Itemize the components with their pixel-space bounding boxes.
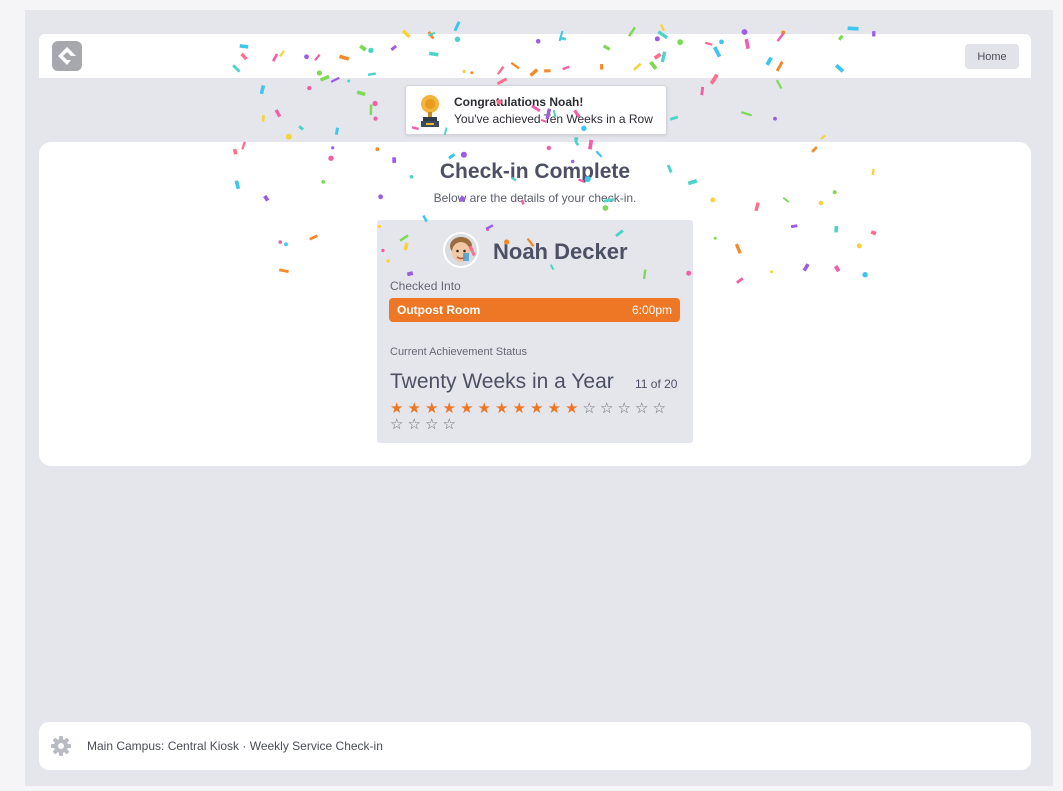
star-filled-icon: ★	[425, 399, 440, 417]
checked-into-label: Checked Into	[390, 279, 461, 293]
achievement-name: Twenty Weeks in a Year	[390, 370, 614, 393]
star-empty-icon: ☆	[390, 415, 405, 433]
star-filled-icon: ★	[460, 399, 475, 417]
toast-title: Congratulations Noah!	[454, 95, 584, 109]
star-empty-icon: ☆	[652, 399, 667, 417]
footer-bar: Main Campus: Central Kiosk · Weekly Serv…	[39, 722, 1031, 770]
trophy-icon	[418, 94, 442, 128]
star-filled-icon: ★	[530, 399, 545, 417]
rock-logo-icon	[52, 41, 82, 71]
star-filled-icon: ★	[390, 399, 405, 417]
achievement-stars: ★ ★ ★ ★ ★ ★ ★ ★ ★ ★ ★ ☆ ☆ ☆ ☆ ☆☆ ☆ ☆ ☆	[390, 400, 685, 432]
top-bar: Home	[39, 34, 1031, 78]
toast-message: You've achieved Ten Weeks in a Row	[454, 112, 653, 126]
achievement-progress: 11 of 20	[635, 377, 678, 391]
star-filled-icon: ★	[565, 399, 580, 417]
room-time: 6:00pm	[631, 303, 672, 317]
avatar	[443, 232, 479, 268]
star-empty-icon: ☆	[600, 399, 615, 417]
star-filled-icon: ★	[547, 399, 562, 417]
kiosk-info: Main Campus: Central Kiosk · Weekly Serv…	[87, 739, 383, 753]
star-empty-icon: ☆	[617, 399, 632, 417]
star-empty-icon: ☆	[442, 415, 457, 433]
star-empty-icon: ☆	[582, 399, 597, 417]
room-bar: Outpost Room 6:00pm	[389, 298, 680, 322]
star-filled-icon: ★	[495, 399, 510, 417]
app-frame: Home Congratulations Noah! You've achiev…	[25, 10, 1053, 786]
star-empty-icon: ☆	[635, 399, 650, 417]
star-filled-icon: ★	[442, 399, 457, 417]
star-filled-icon: ★	[512, 399, 527, 417]
star-filled-icon: ★	[407, 399, 422, 417]
star-filled-icon: ★	[477, 399, 492, 417]
achievement-toast: Congratulations Noah! You've achieved Te…	[405, 85, 667, 135]
page-title: Check-in Complete	[439, 160, 631, 183]
checkin-card: Noah Decker Checked Into Outpost Room 6:…	[377, 220, 693, 443]
star-empty-icon: ☆	[425, 415, 440, 433]
gear-icon[interactable]	[51, 736, 71, 756]
achievement-status-label: Current Achievement Status	[390, 346, 527, 358]
main-panel: Check-in Complete Below are the details …	[39, 142, 1031, 466]
home-button[interactable]: Home	[965, 44, 1019, 69]
person-name: Noah Decker	[493, 239, 628, 264]
page-subtitle: Below are the details of your check-in.	[433, 191, 637, 205]
star-empty-icon: ☆	[407, 415, 422, 433]
room-name: Outpost Room	[397, 303, 481, 317]
